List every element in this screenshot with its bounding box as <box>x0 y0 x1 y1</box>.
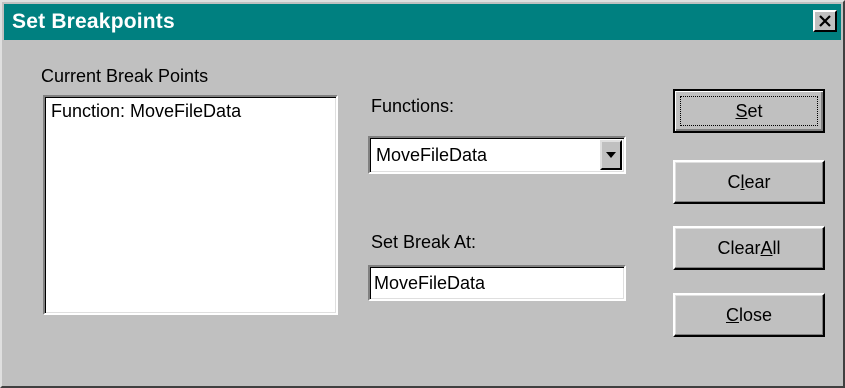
close-window-button[interactable] <box>813 10 837 32</box>
set-button[interactable]: Set <box>673 89 825 133</box>
set-break-at-value: MoveFileData <box>374 273 486 293</box>
title-bar[interactable]: Set Breakpoints <box>4 4 841 40</box>
dropdown-arrow-button[interactable] <box>600 140 622 170</box>
window-title: Set Breakpoints <box>12 10 175 33</box>
set-break-at-label: Set Break At: <box>371 232 477 252</box>
clear-all-button[interactable]: ClearAll <box>673 226 825 270</box>
clear-all-button-label: ClearAll <box>717 237 781 258</box>
list-item[interactable]: Function: MoveFileData <box>51 101 241 122</box>
set-break-at-field[interactable]: MoveFileData <box>368 265 626 301</box>
clear-button[interactable]: Clear <box>673 160 825 204</box>
clear-button-label: Clear <box>727 171 771 192</box>
triangle-down-icon <box>606 152 616 158</box>
functions-selected-value: MoveFileData <box>376 145 488 165</box>
current-break-points-label: Current Break Points <box>41 66 209 86</box>
breakpoints-listbox[interactable]: Function: MoveFileData <box>43 95 338 315</box>
close-button-label: Close <box>725 304 773 325</box>
close-x-icon <box>819 15 831 27</box>
functions-label: Functions: <box>371 96 455 116</box>
close-button[interactable]: Close <box>673 293 825 337</box>
set-breakpoints-dialog: Set Breakpoints Current Break Points Fun… <box>0 0 845 388</box>
functions-dropdown[interactable]: MoveFileData <box>368 136 626 174</box>
focus-ring <box>680 96 818 126</box>
